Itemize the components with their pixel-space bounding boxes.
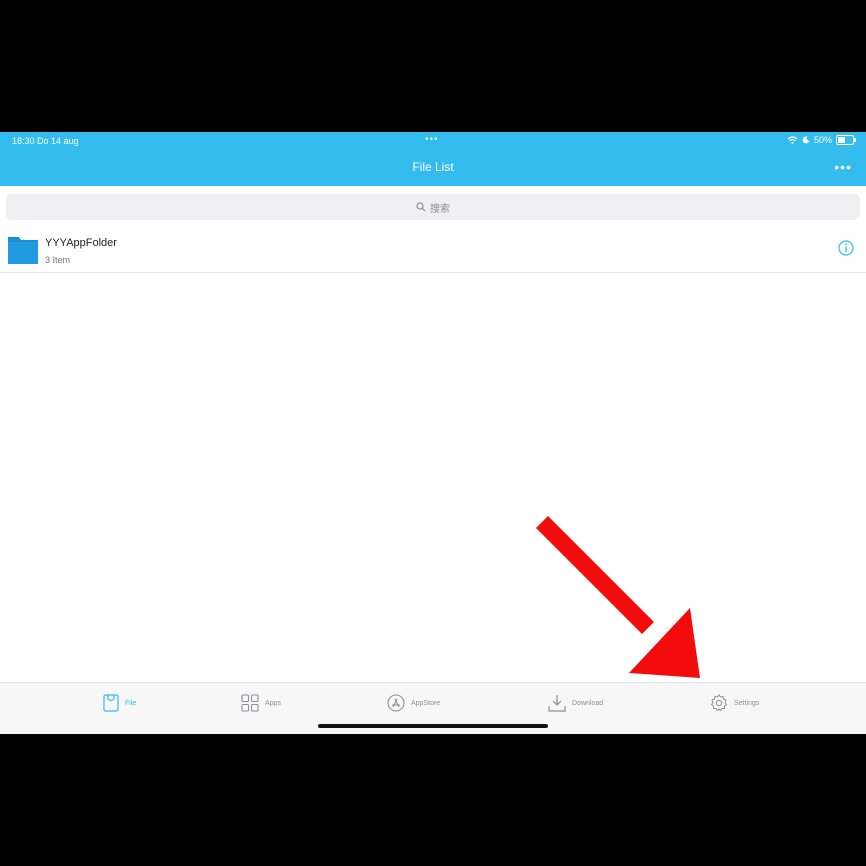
appstore-icon xyxy=(387,694,405,712)
multitasking-dots[interactable]: ••• xyxy=(425,134,439,145)
tab-file-label: File xyxy=(125,699,137,707)
tab-apps-label: Apps xyxy=(265,699,281,707)
tab-apps[interactable]: Apps xyxy=(241,683,281,723)
apps-grid-icon xyxy=(241,694,259,712)
battery-percent: 50% xyxy=(813,135,832,145)
tab-download[interactable]: Download xyxy=(548,683,603,723)
tab-settings-label: Settings xyxy=(734,699,760,707)
info-icon[interactable] xyxy=(838,240,854,256)
tab-download-label: Download xyxy=(572,699,604,707)
folder-icon xyxy=(8,237,38,264)
tab-appstore[interactable]: AppStore xyxy=(387,683,440,723)
status-time: 18:30 Do 14 aug xyxy=(12,136,79,146)
file-icon xyxy=(103,694,119,712)
search-placeholder: 搜索 xyxy=(430,203,450,215)
tab-file[interactable]: File xyxy=(103,683,136,723)
search-icon xyxy=(416,202,426,212)
annotation-arrow-icon xyxy=(535,515,700,678)
more-options-button[interactable]: ••• xyxy=(834,159,852,175)
search-input[interactable]: 搜索 xyxy=(6,194,860,220)
folder-item-count: 3 Item xyxy=(45,255,71,265)
moon-icon xyxy=(802,136,810,144)
download-icon xyxy=(548,695,566,712)
home-indicator xyxy=(318,724,548,728)
app-screen: 18:30 Do 14 aug ••• 50% File List ••• 搜索 xyxy=(0,132,866,734)
folder-name: YYYAppFolder xyxy=(45,237,117,249)
battery-icon xyxy=(836,135,856,145)
wifi-icon xyxy=(787,136,798,144)
tab-settings[interactable]: Settings xyxy=(710,683,759,723)
navigation-bar: 18:30 Do 14 aug ••• 50% File List ••• xyxy=(0,132,866,186)
list-item-folder[interactable]: YYYAppFolder 3 Item xyxy=(0,222,866,273)
page-title: File List xyxy=(412,160,454,174)
tab-appstore-label: AppStore xyxy=(411,699,441,707)
gear-icon xyxy=(710,694,728,712)
status-right: 50% xyxy=(787,135,856,145)
